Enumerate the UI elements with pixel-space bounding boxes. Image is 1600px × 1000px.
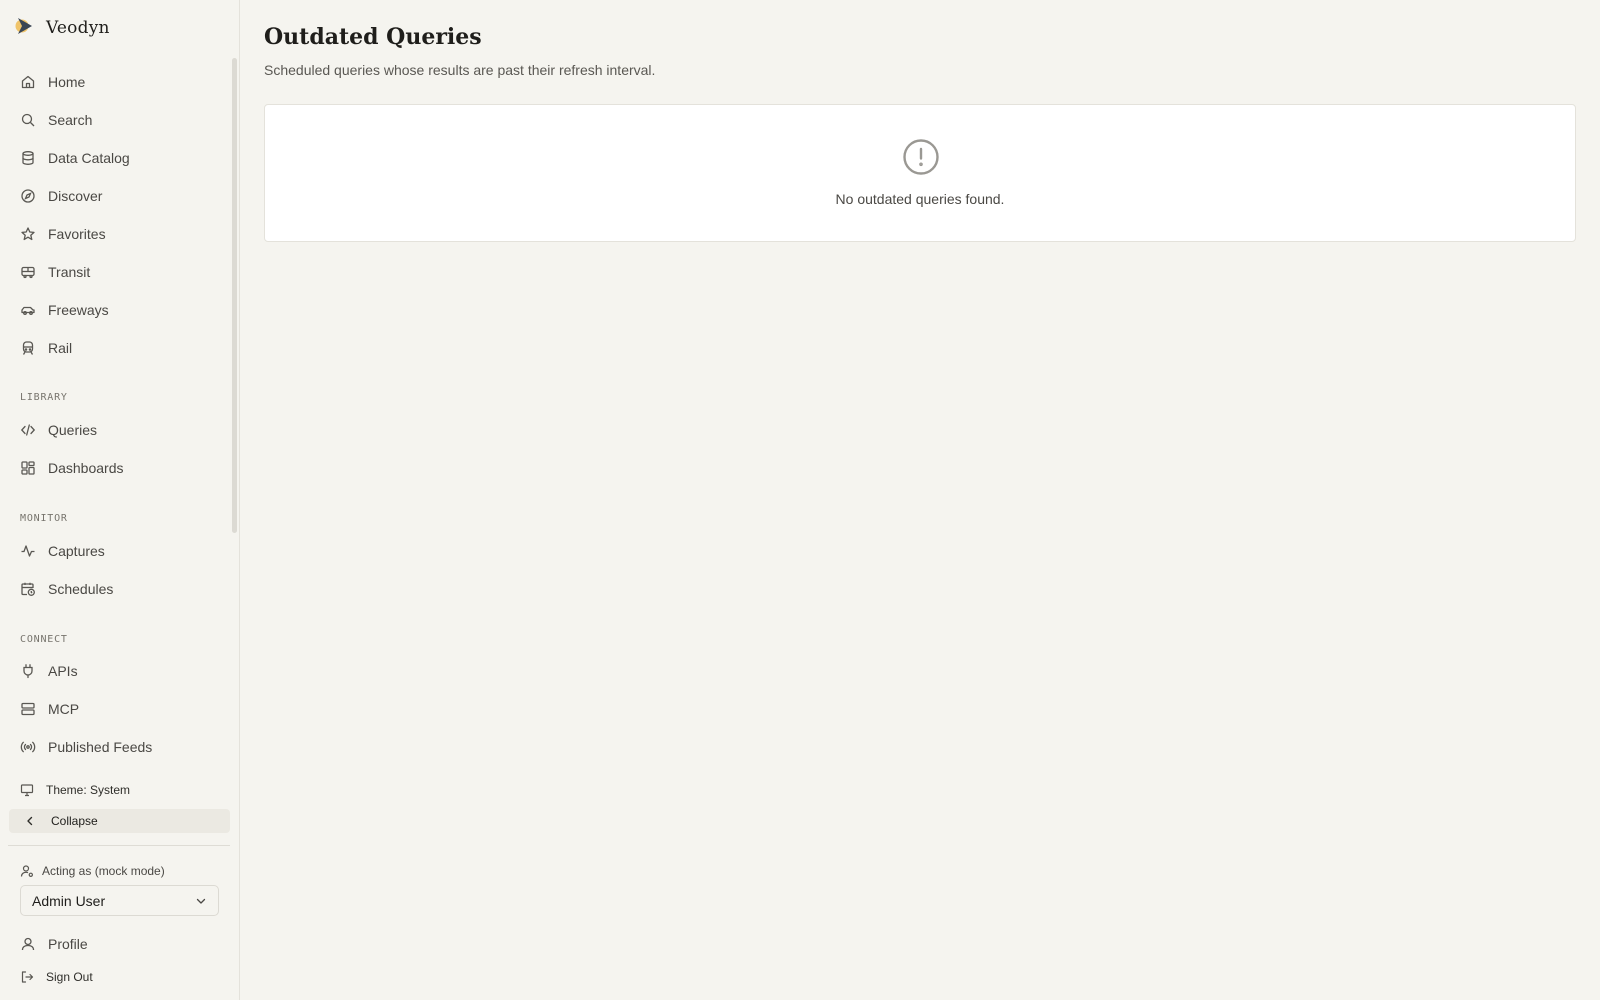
page-title: Outdated Queries [264,24,482,50]
acting-as-select[interactable]: Admin User [20,885,219,916]
nav-label: Rail [48,340,73,356]
nav-item-apis[interactable]: APIs [20,658,220,684]
search-icon [21,113,35,127]
nav-label: Dashboards [48,460,124,476]
star-icon [21,227,35,241]
empty-state-message: No outdated queries found. [835,191,1005,207]
acting-as-label: Acting as (mock mode) [20,862,165,880]
alert-circle-icon [903,139,939,175]
nav-item-dashboards[interactable]: Dashboards [20,455,220,481]
page-subtitle: Scheduled queries whose results are past… [264,62,656,78]
train-icon [22,341,34,355]
nav-label: Freeways [48,302,109,318]
brand[interactable]: Veodyn [14,16,110,40]
nav-item-profile[interactable]: Profile [20,931,220,957]
monitor-icon [20,784,34,797]
nav-label: MCP [48,701,80,717]
section-heading-library: LIBRARY [20,392,68,403]
nav-item-home[interactable]: Home [20,69,220,95]
nav-label: Profile [48,936,88,952]
user-icon [21,937,35,951]
compass-icon [21,189,35,203]
nav-item-transit[interactable]: Transit [20,259,220,285]
nav-label: APIs [48,663,78,679]
sidebar-scrollbar[interactable] [232,58,237,533]
brand-name: Veodyn [46,18,110,38]
nav-label: Favorites [48,226,106,242]
sidebar-divider [8,845,230,846]
nav-label: Transit [48,264,91,280]
plug-icon [23,664,33,679]
broadcast-icon [20,741,36,753]
section-heading-connect: CONNECT [20,634,68,645]
nav-item-favorites[interactable]: Favorites [20,221,220,247]
nav-label: Published Feeds [48,739,153,755]
theme-toggle[interactable]: Theme: System [20,779,130,801]
bus-icon [21,266,35,279]
car-icon [21,306,35,315]
acting-as-value: Admin User [32,892,106,909]
nav-item-freeways[interactable]: Freeways [20,297,220,323]
nav-item-schedules[interactable]: Schedules [20,576,220,602]
chevron-down-icon [196,898,206,904]
chevron-left-icon [27,816,33,826]
logo-icon [14,15,36,42]
nav-label: Home [48,74,86,90]
activity-icon [21,545,35,557]
theme-label: Theme: System [46,783,131,797]
nav-item-search[interactable]: Search [20,107,220,133]
nav-label: Data Catalog [48,150,130,166]
sign-out-label: Sign Out [46,970,93,984]
calendar-clock-icon [21,582,35,596]
code-icon [20,424,36,436]
sign-out-button[interactable]: Sign Out [20,966,93,988]
nav-label: Captures [48,543,105,559]
collapse-button[interactable]: Collapse [9,809,230,833]
home-icon [21,75,35,89]
nav-item-rail[interactable]: Rail [20,335,220,361]
nav-label: Search [48,112,93,128]
acting-as-text: Acting as (mock mode) [42,864,165,878]
nav-item-queries[interactable]: Queries [20,417,220,443]
nav-item-captures[interactable]: Captures [20,538,220,564]
nav-item-mcp[interactable]: MCP [20,696,220,722]
empty-state-card: No outdated queries found. [264,104,1576,242]
sign-out-icon [21,971,34,983]
section-heading-monitor: MONITOR [20,513,68,524]
nav-label: Discover [48,188,103,204]
collapse-label: Collapse [51,814,98,828]
database-icon [22,151,34,165]
nav-item-data-catalog[interactable]: Data Catalog [20,145,220,171]
nav-item-discover[interactable]: Discover [20,183,220,209]
server-icon [21,702,35,716]
dashboard-icon [21,461,35,475]
user-cog-icon [20,865,33,877]
nav-item-published-feeds[interactable]: Published Feeds [20,734,220,760]
nav-label: Schedules [48,581,114,597]
nav-label: Queries [48,422,98,438]
sidebar: Veodyn Home Search Data Catalog Discover… [0,0,240,1000]
